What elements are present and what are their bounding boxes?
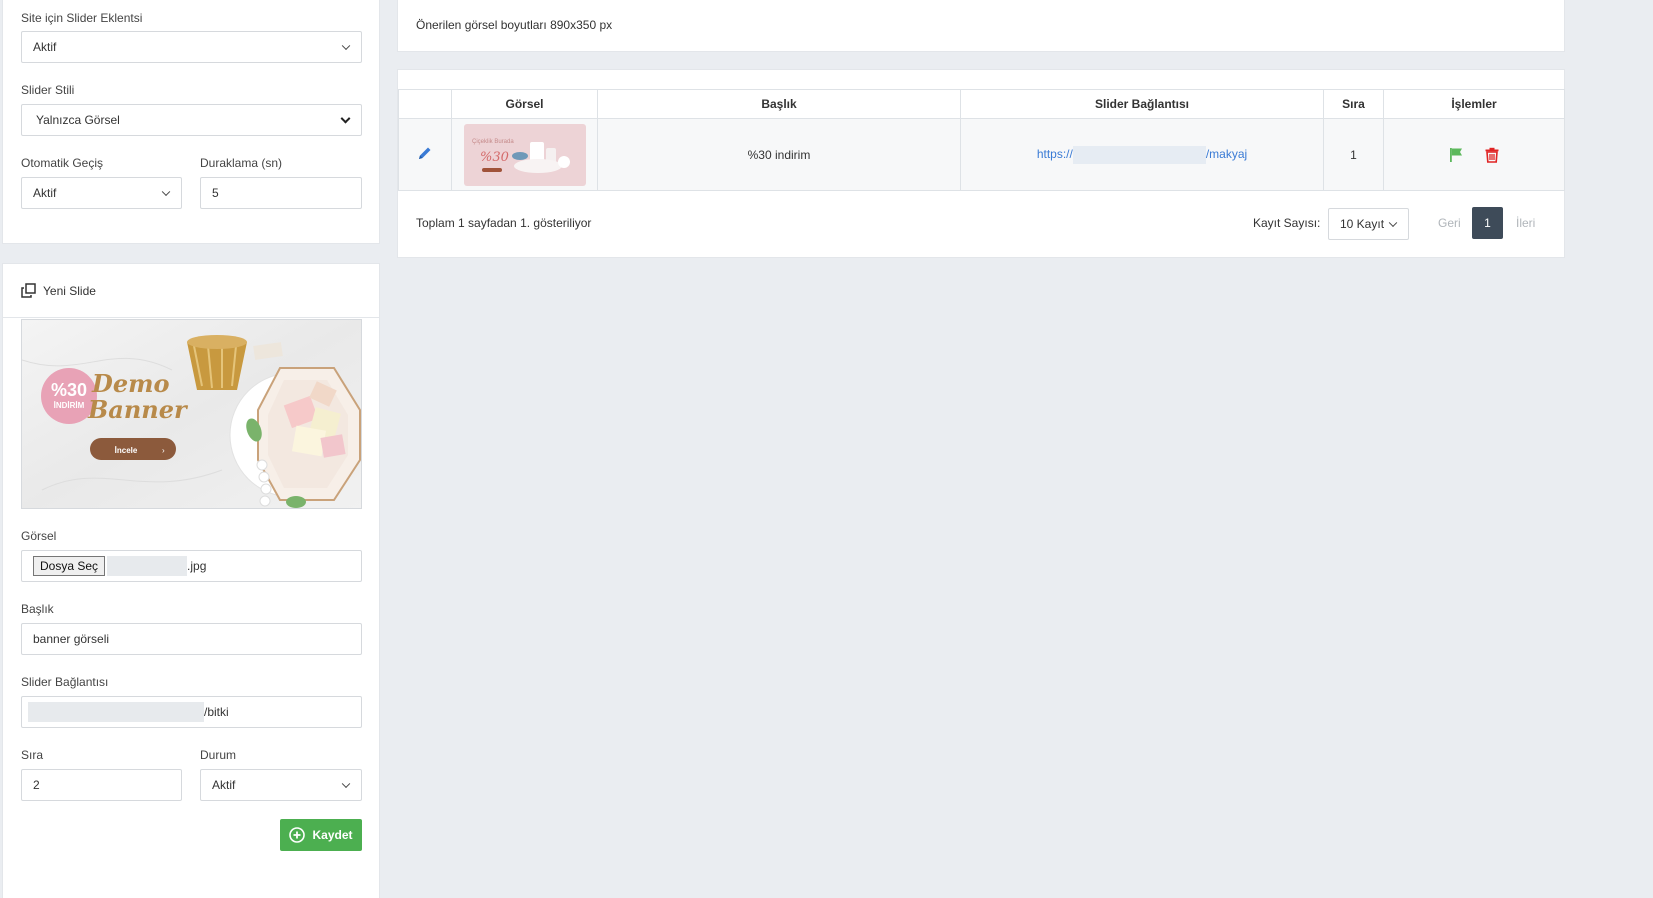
page-size-value: 10 Kayıt [1340, 217, 1385, 231]
pause-input-value: 5 [212, 186, 219, 200]
prev-page-button[interactable]: Geri [1438, 216, 1461, 230]
page-size-label: Kayıt Sayısı: [1253, 216, 1321, 230]
chevron-down-icon [341, 41, 351, 51]
new-slide-panel: Yeni Slide %30 İNDİRİM Demo Banner İncel… [2, 263, 380, 898]
plugin-select-value: Aktif [33, 40, 57, 54]
col-header-order[interactable]: Sıra [1323, 89, 1384, 119]
chevron-down-icon [341, 779, 351, 789]
masked-url [28, 702, 204, 722]
pagination-summary: Toplam 1 sayfadan 1. gösteriliyor [416, 216, 592, 230]
svg-text:›: › [162, 446, 165, 455]
title-cell: %30 indirim [597, 118, 961, 191]
page-size-select[interactable]: 10 Kayıt [1328, 208, 1409, 240]
table-header-row: Görsel Başlık Slider Bağlantısı Sıra İşl… [398, 89, 1565, 119]
link-prefix: https:// [1036, 146, 1073, 161]
link-suffix: /makyaj [1205, 146, 1248, 161]
title-input-value: banner görseli [33, 632, 110, 646]
slider-settings-panel: Site için Slider Eklentsi Aktif Slider S… [2, 0, 380, 244]
table-row: Çiçeklik Burada %30 %30 indirim https://… [398, 118, 1565, 191]
save-button[interactable]: Kaydet [280, 819, 362, 851]
slide-thumbnail: Çiçeklik Burada %30 [463, 123, 586, 186]
next-page-button[interactable]: İleri [1516, 216, 1535, 230]
plugin-select[interactable]: Aktif [21, 31, 362, 63]
info-panel: Önerilen görsel boyutları 890x350 px [397, 0, 1565, 52]
plugin-label: Site için Slider Eklentsi [21, 11, 143, 25]
recommended-size-text: Önerilen görsel boyutları 890x350 px [416, 18, 613, 32]
new-slide-title: Yeni Slide [43, 284, 96, 298]
link-input[interactable]: /bitki [21, 696, 362, 728]
pencil-icon[interactable] [417, 145, 433, 161]
link-label: Slider Bağlantısı [21, 675, 109, 689]
preview-line2: Banner [87, 395, 189, 424]
status-label: Durum [200, 748, 237, 762]
auto-transition-select[interactable]: Aktif [21, 177, 182, 209]
title-label: Başlık [21, 602, 54, 616]
image-file-input[interactable]: Dosya Seç .jpg [21, 550, 362, 582]
plus-circle-icon [289, 827, 306, 843]
chevron-down-icon [340, 113, 351, 124]
edit-cell [398, 118, 452, 191]
col-header-title[interactable]: Başlık [597, 89, 961, 119]
preview-discount-sub: İNDİRİM [54, 401, 85, 410]
image-label: Görsel [21, 529, 57, 543]
style-label: Slider Stili [21, 83, 75, 97]
chevron-down-icon [1388, 218, 1398, 228]
save-button-label: Kaydet [312, 828, 353, 842]
status-select[interactable]: Aktif [200, 769, 362, 801]
thumb-text: Çiçeklik Burada [472, 139, 514, 145]
order-cell: 1 [1323, 118, 1384, 191]
auto-transition-value: Aktif [33, 186, 57, 200]
col-header-actions: İşlemler [1383, 89, 1565, 119]
auto-transition-label: Otomatik Geçiş [21, 156, 104, 170]
actions-cell [1383, 118, 1565, 191]
flag-icon[interactable] [1448, 147, 1464, 163]
slide-preview-image: %30 İNDİRİM Demo Banner İncele › [21, 319, 362, 509]
trash-icon[interactable] [1484, 147, 1500, 163]
page-1-button[interactable]: 1 [1472, 207, 1503, 239]
thumb-discount: %30 [480, 150, 509, 165]
order-label: Sıra [21, 748, 44, 762]
slides-table: Görsel Başlık Slider Bağlantısı Sıra İşl… [398, 89, 1565, 191]
style-select[interactable]: Yalnızca Görsel [21, 104, 362, 136]
order-input-value: 2 [33, 778, 40, 792]
chevron-down-icon [161, 187, 171, 197]
preview-line1: Demo [91, 369, 169, 398]
slides-table-panel: Görsel Başlık Slider Bağlantısı Sıra İşl… [397, 69, 1565, 258]
col-header-image[interactable]: Görsel [451, 89, 598, 119]
new-slide-header: Yeni Slide [3, 264, 379, 318]
thumbnail-cell: Çiçeklik Burada %30 [451, 118, 598, 191]
link-input-suffix: /bitki [204, 705, 229, 719]
col-header-link[interactable]: Slider Bağlantısı [960, 89, 1324, 119]
file-suffix: .jpg [187, 559, 207, 573]
status-select-value: Aktif [212, 778, 236, 792]
pause-label: Duraklama (sn) [200, 156, 283, 170]
title-input[interactable]: banner görseli [21, 623, 362, 655]
preview-button: İncele [115, 446, 138, 455]
preview-discount: %30 [51, 380, 87, 400]
choose-file-button[interactable]: Dosya Seç [33, 556, 106, 576]
pause-input[interactable]: 5 [200, 177, 362, 209]
order-input[interactable]: 2 [21, 769, 182, 801]
masked-filename [107, 556, 188, 576]
style-select-value: Yalnızca Görsel [36, 113, 120, 127]
link-cell[interactable]: https:// /makyaj [960, 118, 1324, 191]
col-header-edit [398, 89, 452, 119]
new-window-icon [21, 283, 36, 298]
masked-domain [1072, 145, 1206, 164]
